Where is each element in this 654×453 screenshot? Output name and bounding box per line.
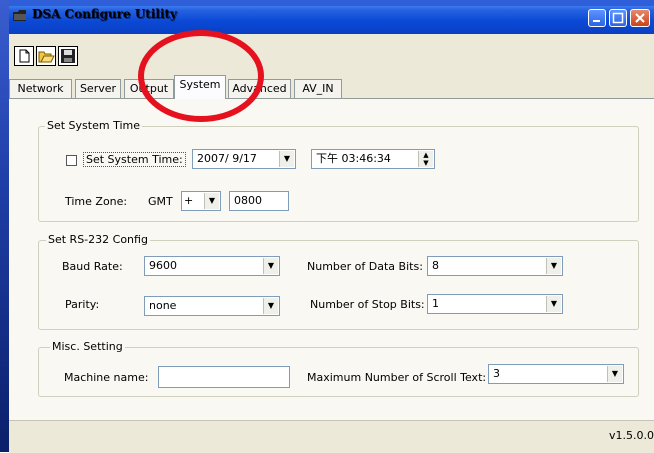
time-value: 下午 03:46:34 bbox=[316, 152, 391, 165]
chevron-down-icon[interactable]: ▼ bbox=[263, 258, 278, 274]
baud-rate-select[interactable]: 9600 ▼ bbox=[144, 256, 280, 276]
tab-system[interactable]: System bbox=[174, 75, 226, 99]
time-zone-label: Time Zone: bbox=[65, 195, 128, 208]
parity-label: Parity: bbox=[65, 298, 100, 311]
close-icon[interactable] bbox=[630, 9, 650, 27]
misc-setting-title: Misc. Setting bbox=[50, 340, 125, 353]
chevron-down-icon[interactable]: ▼ bbox=[607, 366, 622, 382]
spin-arrows-icon[interactable]: ▲ ▼ bbox=[418, 151, 433, 167]
set-system-time-checkbox[interactable] bbox=[66, 155, 77, 166]
stop-bits-label: Number of Stop Bits: bbox=[310, 298, 425, 311]
gmt-sign-value: + bbox=[184, 194, 194, 207]
chevron-down-icon[interactable]: ▼ bbox=[204, 193, 219, 209]
chevron-down-icon[interactable]: ▼ bbox=[546, 296, 561, 312]
set-system-time-group bbox=[38, 126, 639, 222]
date-value: 2007/ 9/17 bbox=[197, 152, 257, 165]
new-document-icon[interactable] bbox=[14, 46, 34, 66]
baud-rate-value: 9600 bbox=[149, 259, 177, 272]
minimize-icon[interactable] bbox=[588, 9, 606, 27]
rs232-group bbox=[38, 240, 639, 330]
date-picker[interactable]: 2007/ 9/17 ▼ bbox=[192, 149, 296, 169]
gmt-offset-input[interactable]: 0800 bbox=[229, 191, 289, 211]
stop-bits-value: 1 bbox=[432, 297, 439, 310]
data-bits-label: Number of Data Bits: bbox=[307, 260, 423, 273]
set-system-time-label[interactable]: Set System Time: bbox=[83, 152, 186, 167]
chevron-down-icon[interactable]: ▼ bbox=[263, 298, 278, 314]
time-spinner[interactable]: 下午 03:46:34 ▲ ▼ bbox=[311, 149, 435, 169]
tab-network[interactable]: Network bbox=[9, 79, 72, 98]
open-folder-icon[interactable] bbox=[36, 46, 56, 66]
tab-output[interactable]: Output bbox=[124, 79, 174, 98]
window-title: DSA Configure Utility bbox=[32, 7, 178, 21]
machine-name-input[interactable] bbox=[158, 366, 290, 388]
status-bar bbox=[9, 420, 654, 453]
chevron-down-icon[interactable]: ▼ bbox=[279, 151, 294, 167]
folder-icon bbox=[13, 10, 27, 21]
desktop-edge-left bbox=[0, 0, 9, 452]
set-system-time-title: Set System Time bbox=[45, 119, 142, 132]
scroll-text-label: Maximum Number of Scroll Text: bbox=[307, 371, 487, 384]
stop-bits-select[interactable]: 1 ▼ bbox=[427, 294, 563, 314]
tab-server[interactable]: Server bbox=[75, 79, 121, 98]
baud-rate-label: Baud Rate: bbox=[62, 260, 123, 273]
save-disk-icon[interactable] bbox=[58, 46, 78, 66]
data-bits-select[interactable]: 8 ▼ bbox=[427, 256, 563, 276]
gmt-sign-select[interactable]: + ▼ bbox=[181, 191, 221, 211]
rs232-title: Set RS-232 Config bbox=[46, 233, 150, 246]
scroll-text-select[interactable]: 3 ▼ bbox=[488, 364, 624, 384]
scroll-text-value: 3 bbox=[493, 367, 500, 380]
machine-name-label: Machine name: bbox=[64, 371, 149, 384]
tab-av-in[interactable]: AV_IN bbox=[294, 79, 342, 98]
maximize-icon[interactable] bbox=[609, 9, 627, 27]
version-label: v1.5.0.0 bbox=[609, 429, 654, 442]
data-bits-value: 8 bbox=[432, 259, 439, 272]
chevron-down-icon[interactable]: ▼ bbox=[546, 258, 561, 274]
gmt-label: GMT bbox=[148, 195, 173, 208]
tab-advanced[interactable]: Advanced bbox=[228, 79, 291, 98]
parity-select[interactable]: none ▼ bbox=[144, 296, 280, 316]
parity-value: none bbox=[149, 299, 177, 312]
